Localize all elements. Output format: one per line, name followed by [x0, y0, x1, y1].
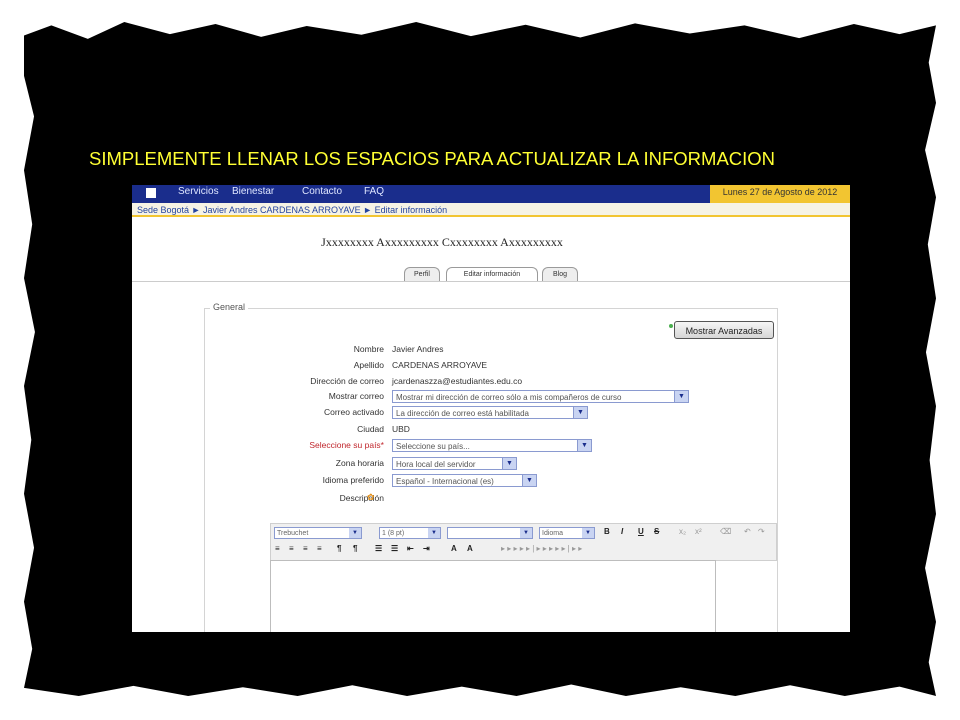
- font-family-value: Trebuchet: [277, 530, 309, 537]
- language-select[interactable]: Idioma ▼: [539, 527, 595, 539]
- superscript-icon[interactable]: x²: [695, 527, 702, 536]
- zona-select[interactable]: Hora local del servidor ▼: [392, 457, 517, 470]
- italic-button[interactable]: I: [621, 527, 623, 536]
- descripcion-label: Descripción: [339, 493, 384, 503]
- slide-title: SIMPLEMENTE LLENAR LOS ESPACIOS PARA ACT…: [89, 148, 776, 169]
- apellido-label: Apellido: [353, 360, 384, 370]
- rtl-icon[interactable]: ¶: [353, 544, 357, 553]
- more-tools-icon[interactable]: ▸ ▸ ▸ ▸ ▸ | ▸ ▸ ▸ ▸ ▸ | ▸ ▸: [501, 544, 582, 553]
- fieldset-legend: General: [210, 302, 249, 312]
- mostrar-correo-label: Mostrar correo: [328, 391, 384, 401]
- ciudad-value[interactable]: UBD: [392, 424, 410, 434]
- align-center-icon[interactable]: ≡: [289, 544, 294, 553]
- font-family-select[interactable]: Trebuchet ▼: [274, 527, 362, 539]
- chevron-down-icon: ▼: [577, 440, 591, 451]
- chevron-down-icon: ▼: [582, 528, 594, 538]
- editor-toolbar-extension: ⌫ ↶ ↷: [714, 523, 777, 561]
- chevron-down-icon: ▼: [349, 528, 361, 538]
- tab-blog[interactable]: Blog: [542, 267, 578, 281]
- home-icon[interactable]: [146, 188, 156, 198]
- editor-toolbar: Trebuchet ▼ 1 (8 pt) ▼ ▼ Idioma ▼ B I U S x…: [270, 523, 716, 561]
- text-color-icon[interactable]: A: [451, 544, 457, 553]
- page-title: Jxxxxxxxx Axxxxxxxxx Cxxxxxxxx Axxxxxxxx…: [321, 235, 563, 249]
- pais-value: Seleccione su país...: [396, 442, 470, 451]
- bg-color-icon[interactable]: A: [467, 544, 473, 553]
- chevron-down-icon: ▼: [502, 458, 516, 469]
- mostrar-correo-select[interactable]: Mostrar mi dirección de correo sólo a mi…: [392, 390, 689, 403]
- chevron-down-icon: ▼: [520, 528, 532, 538]
- chevron-down-icon: ▼: [428, 528, 440, 538]
- breadcrumb[interactable]: Sede Bogotá ► Javier Andres CARDENAS ARR…: [132, 203, 850, 217]
- nav-bienestar[interactable]: Bienestar: [232, 186, 274, 197]
- nav-servicios[interactable]: Servicios: [178, 186, 219, 197]
- date-badge: Lunes 27 de Agosto de 2012: [710, 185, 850, 203]
- app-screenshot: Servicios Bienestar Contacto FAQ Lunes 2…: [132, 185, 850, 632]
- mostrar-correo-value: Mostrar mi dirección de correo sólo a mi…: [396, 393, 622, 402]
- align-justify-icon[interactable]: ≡: [317, 544, 322, 553]
- nombre-label: Nombre: [353, 344, 384, 354]
- subscript-icon[interactable]: x₂: [679, 527, 686, 536]
- ordered-list-icon[interactable]: ☰: [375, 544, 382, 553]
- top-nav-bar: Servicios Bienestar Contacto FAQ Lunes 2…: [132, 185, 850, 203]
- description-editor[interactable]: [270, 560, 716, 632]
- idioma-value: Español - Internacional (es): [396, 477, 494, 486]
- correo-activado-value: La dirección de correo está habilitada: [396, 409, 529, 418]
- outdent-icon[interactable]: ⇤: [407, 544, 414, 553]
- tab-divider: [132, 281, 850, 282]
- correo-label: Dirección de correo: [310, 376, 384, 386]
- idioma-select[interactable]: Español - Internacional (es) ▼: [392, 474, 537, 487]
- bold-button[interactable]: B: [604, 527, 610, 536]
- unordered-list-icon[interactable]: ☰: [391, 544, 398, 553]
- ciudad-label: Ciudad: [357, 424, 384, 434]
- zona-label: Zona horaria: [335, 458, 384, 468]
- chevron-down-icon: ▼: [522, 475, 536, 486]
- strike-button[interactable]: S: [654, 527, 659, 536]
- chevron-down-icon: ▼: [573, 407, 587, 418]
- apellido-value[interactable]: CARDENAS ARROYAVE: [392, 360, 487, 370]
- help-icon[interactable]: ✿: [367, 492, 375, 503]
- indent-icon[interactable]: ⇥: [423, 544, 430, 553]
- align-right-icon[interactable]: ≡: [303, 544, 308, 553]
- status-dot-icon: [669, 324, 673, 328]
- correo-activado-label: Correo activado: [323, 407, 384, 417]
- tab-editar-informacion[interactable]: Editar información: [446, 267, 538, 281]
- show-advanced-button[interactable]: Mostrar Avanzadas: [674, 321, 774, 339]
- nombre-value[interactable]: Javier Andres: [392, 344, 444, 354]
- nav-faq[interactable]: FAQ: [364, 186, 384, 197]
- zona-value: Hora local del servidor: [396, 460, 476, 469]
- ltr-icon[interactable]: ¶: [337, 544, 341, 553]
- redo-icon[interactable]: ↷: [758, 527, 765, 536]
- format-select[interactable]: ▼: [447, 527, 533, 539]
- underline-button[interactable]: U: [638, 527, 644, 536]
- idioma-label: Idioma preferido: [322, 475, 384, 485]
- nav-contacto[interactable]: Contacto: [302, 186, 342, 197]
- align-left-icon[interactable]: ≡: [275, 544, 280, 553]
- pais-select[interactable]: Seleccione su país... ▼: [392, 439, 592, 452]
- undo-icon[interactable]: ↶: [744, 527, 751, 536]
- font-size-select[interactable]: 1 (8 pt) ▼: [379, 527, 441, 539]
- correo-activado-select[interactable]: La dirección de correo está habilitada ▼: [392, 406, 588, 419]
- chevron-down-icon: ▼: [674, 391, 688, 402]
- language-value: Idioma: [542, 530, 564, 537]
- clean-icon[interactable]: ⌫: [720, 527, 731, 536]
- tab-perfil[interactable]: Perfil: [404, 267, 440, 281]
- correo-value[interactable]: jcardenaszza@estudiantes.edu.co: [392, 376, 522, 386]
- pais-label: Seleccione su país*: [309, 440, 384, 450]
- font-size-value: 1 (8 pt): [382, 530, 405, 537]
